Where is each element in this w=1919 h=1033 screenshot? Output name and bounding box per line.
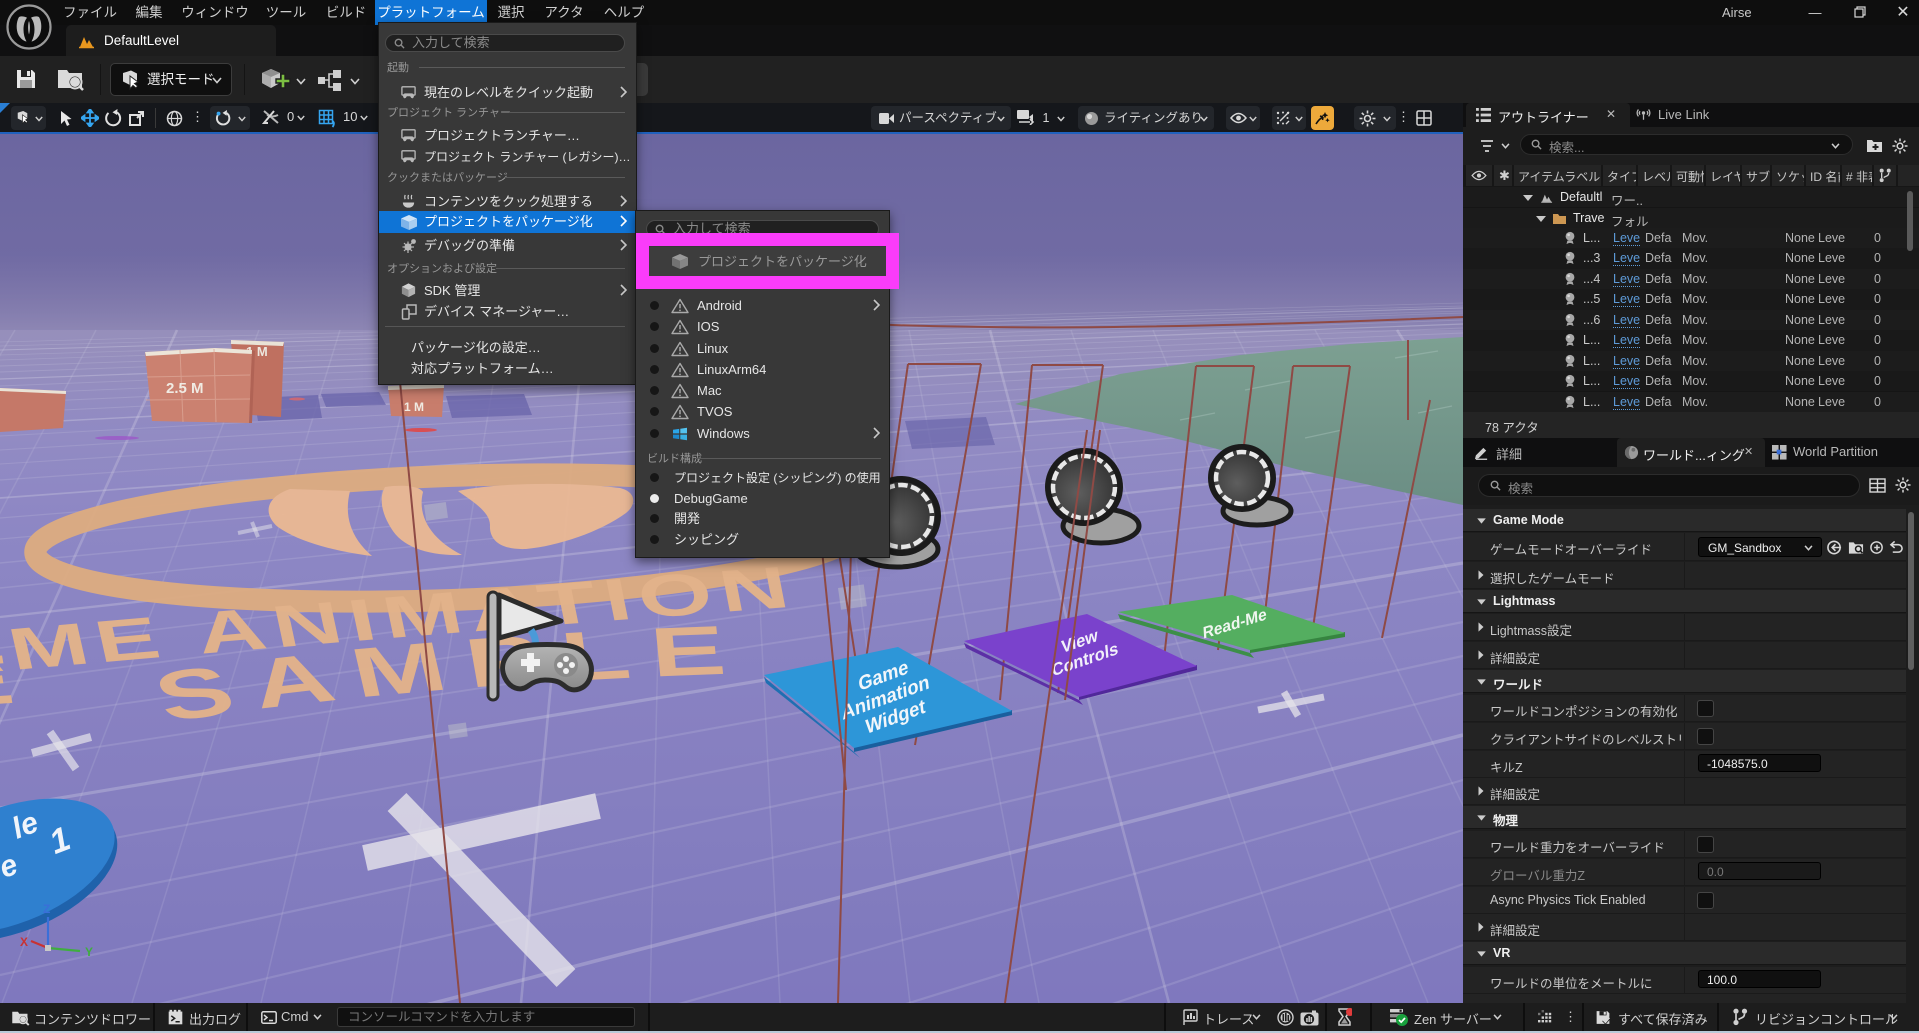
svg-text:2.5 M: 2.5 M — [166, 380, 204, 397]
svg-text:Z: Z — [43, 902, 50, 916]
svg-text:Y: Y — [85, 945, 93, 959]
svg-text:X: X — [20, 935, 28, 949]
svg-text:1 M: 1 M — [404, 400, 424, 414]
